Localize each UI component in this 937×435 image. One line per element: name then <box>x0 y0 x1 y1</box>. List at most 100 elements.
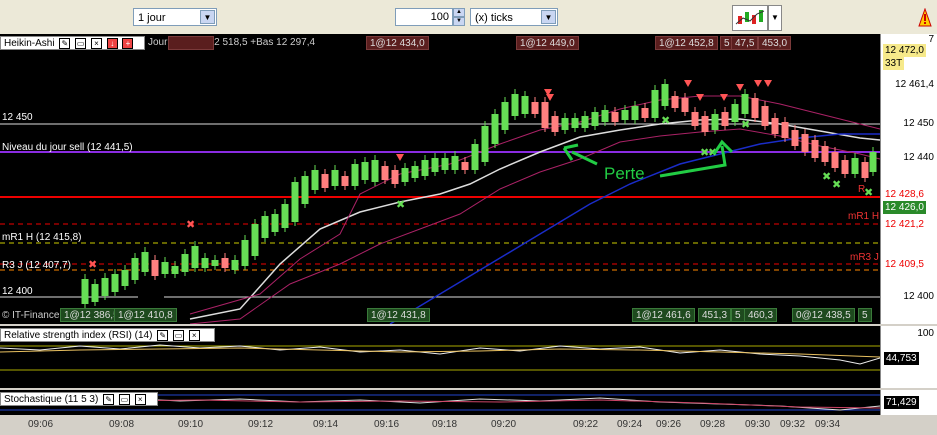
maximize-icon[interactable]: ▭ <box>118 393 130 405</box>
ticks-tag: 33T <box>883 57 905 70</box>
period-select[interactable]: 1 jour ▼ <box>133 8 217 26</box>
axis-tag-2: 12 426,0 <box>883 201 926 214</box>
svg-text:✖: ✖ <box>832 178 841 191</box>
up-arrow-icon[interactable]: ▲ <box>453 8 465 17</box>
level-mr1: mR1 H (12 415,8) <box>2 232 82 243</box>
chevron-down-icon[interactable]: ▼ <box>200 10 215 24</box>
time-label: 09:24 <box>617 419 643 430</box>
level-12450: 12 450 <box>2 112 33 123</box>
price-chart[interactable]: ✖ ✖ ✖ ✖ ✖ ✖ ✖ ✖ ✖ ✖ Heikin-Ashi ✎ ▭ × ↓ + Jour 2 … <box>0 34 880 324</box>
time-label: 09:34 <box>815 419 841 430</box>
time-label: 09:08 <box>109 419 135 430</box>
time-label: 09:28 <box>700 419 726 430</box>
time-label: 09:18 <box>432 419 458 430</box>
top-box-0 <box>168 36 214 50</box>
sell-icon[interactable]: ↓ <box>106 37 118 49</box>
time-label: 09:14 <box>313 419 339 430</box>
toolbar: 1 jour ▼ 100 ▲ ▼ (x) ticks ▼ ▼ <box>0 0 937 35</box>
stoch-panel[interactable]: Stochastique (11 5 3) ✎ ▭ × <box>0 390 880 415</box>
level-r3: R3 J (12 407,7) <box>2 260 71 271</box>
axis-12450: 12 450 <box>903 118 934 129</box>
stoch-title: Stochastique (11 5 3) <box>4 394 99 405</box>
bottom-box-7: 0@12 438,5 <box>792 308 855 322</box>
bottom-box-3: 1@12 461,6 <box>632 308 695 322</box>
rsi-axis-top: 100 <box>917 328 934 339</box>
top-box-1: 1@12 434,0 <box>366 36 429 50</box>
chevron-down-icon[interactable]: ▼ <box>768 5 782 31</box>
chart-type-icon <box>735 10 765 25</box>
price-tag: 12 472,0 <box>883 44 926 57</box>
stoch-axis: 71,429 <box>880 390 937 415</box>
buy-icon[interactable]: + <box>122 37 134 49</box>
bottom-box-4: 451,3 <box>698 308 732 322</box>
stoch-value: 71,429 <box>884 396 919 409</box>
level-12400: 12 400 <box>2 286 33 297</box>
time-label: 09:10 <box>178 419 204 430</box>
level-niveau-jour: Niveau du jour sell (12 441,5) <box>2 142 133 153</box>
svg-text:✖: ✖ <box>741 118 750 131</box>
stoch-title-bar: Stochastique (11 5 3) ✎ ▭ × <box>0 392 158 406</box>
time-label: 09:06 <box>28 419 54 430</box>
axis-last: 12 461,4 <box>895 79 934 90</box>
time-label: 09:20 <box>491 419 517 430</box>
mask-block <box>138 284 164 306</box>
time-label: 09:22 <box>573 419 599 430</box>
price-canvas[interactable]: ✖✖✖✖✖✖✖✖✖✖ <box>0 34 880 324</box>
svg-text:✖: ✖ <box>864 186 873 199</box>
axis-top: 7 <box>928 34 934 45</box>
down-arrow-icon[interactable]: ▼ <box>453 17 465 26</box>
axis-12400: 12 400 <box>903 291 934 302</box>
svg-text:✖: ✖ <box>661 114 670 127</box>
unit-select[interactable]: (x) ticks ▼ <box>470 8 558 26</box>
bottom-box-2: 1@12 431,8 <box>367 308 430 322</box>
bottom-box-1: 1@12 410,8 <box>114 308 177 322</box>
candlesticks: ✖✖✖✖✖✖✖✖✖✖ <box>81 79 877 308</box>
axis-tag-4: 12 409,5 <box>883 258 926 271</box>
wrench-icon[interactable]: ✎ <box>157 329 169 341</box>
close-icon[interactable]: × <box>90 37 102 49</box>
time-label: 09:16 <box>374 419 400 430</box>
axis-12440: 12 440 <box>903 152 934 163</box>
time-label: 09:30 <box>745 419 771 430</box>
chart-title: Heikin-Ashi <box>4 38 55 49</box>
label-mr1h: mR1 H <box>848 211 880 222</box>
price-axis[interactable]: 7 12 472,0 33T 12 461,4 12 450 12 440 12… <box>880 34 937 324</box>
axis-tag-1: 12 428,6 <box>883 188 926 201</box>
time-axis: 09:06 09:08 09:10 09:12 09:14 09:16 09:1… <box>0 415 937 435</box>
top-box-6: 453,0 <box>758 36 792 50</box>
time-label: 09:26 <box>656 419 682 430</box>
chart-title-bar: Heikin-Ashi ✎ ▭ × ↓ + <box>0 36 145 50</box>
bottom-box-8: 5 <box>858 308 872 322</box>
time-label: 09:32 <box>780 419 806 430</box>
period-value: 1 jour <box>138 12 166 24</box>
rsi-panel[interactable]: Relative strength index (RSI) (14) ✎ ▭ × <box>0 326 880 388</box>
warning-icon[interactable] <box>918 8 932 28</box>
chart-type-button[interactable] <box>732 5 768 31</box>
wrench-icon[interactable]: ✎ <box>59 37 71 49</box>
svg-text:✖: ✖ <box>822 170 831 183</box>
rsi-title-bar: Relative strength index (RSI) (14) ✎ ▭ × <box>0 328 215 342</box>
wrench-icon[interactable]: ✎ <box>103 393 115 405</box>
svg-text:✖: ✖ <box>396 198 405 211</box>
annotation-perte: Perte <box>604 164 645 183</box>
svg-text:✖: ✖ <box>186 218 195 231</box>
maximize-icon[interactable]: ▭ <box>172 329 184 341</box>
close-icon[interactable]: × <box>134 393 146 405</box>
rsi-title: Relative strength index (RSI) (14) <box>4 330 153 341</box>
rsi-value: 44,753 <box>884 352 919 365</box>
time-label: 09:12 <box>248 419 274 430</box>
bottom-box-6: 460,3 <box>744 308 778 322</box>
bottom-box-5: 5 <box>731 308 745 322</box>
rsi-axis: 100 44,753 <box>880 326 937 388</box>
unit-value: (x) ticks <box>475 12 513 24</box>
axis-tag-3: 12 421,2 <box>883 218 926 231</box>
label-r: R <box>858 184 866 195</box>
svg-text:✖: ✖ <box>88 258 97 271</box>
count-value[interactable]: 100 <box>395 8 453 26</box>
close-icon[interactable]: × <box>188 329 200 341</box>
maximize-icon[interactable]: ▭ <box>75 37 87 49</box>
top-box-3: 1@12 452,8 <box>655 36 718 50</box>
label-mr3j: mR3 J <box>850 252 879 263</box>
chevron-down-icon[interactable]: ▼ <box>541 10 556 24</box>
top-box-2: 1@12 449,0 <box>516 36 579 50</box>
